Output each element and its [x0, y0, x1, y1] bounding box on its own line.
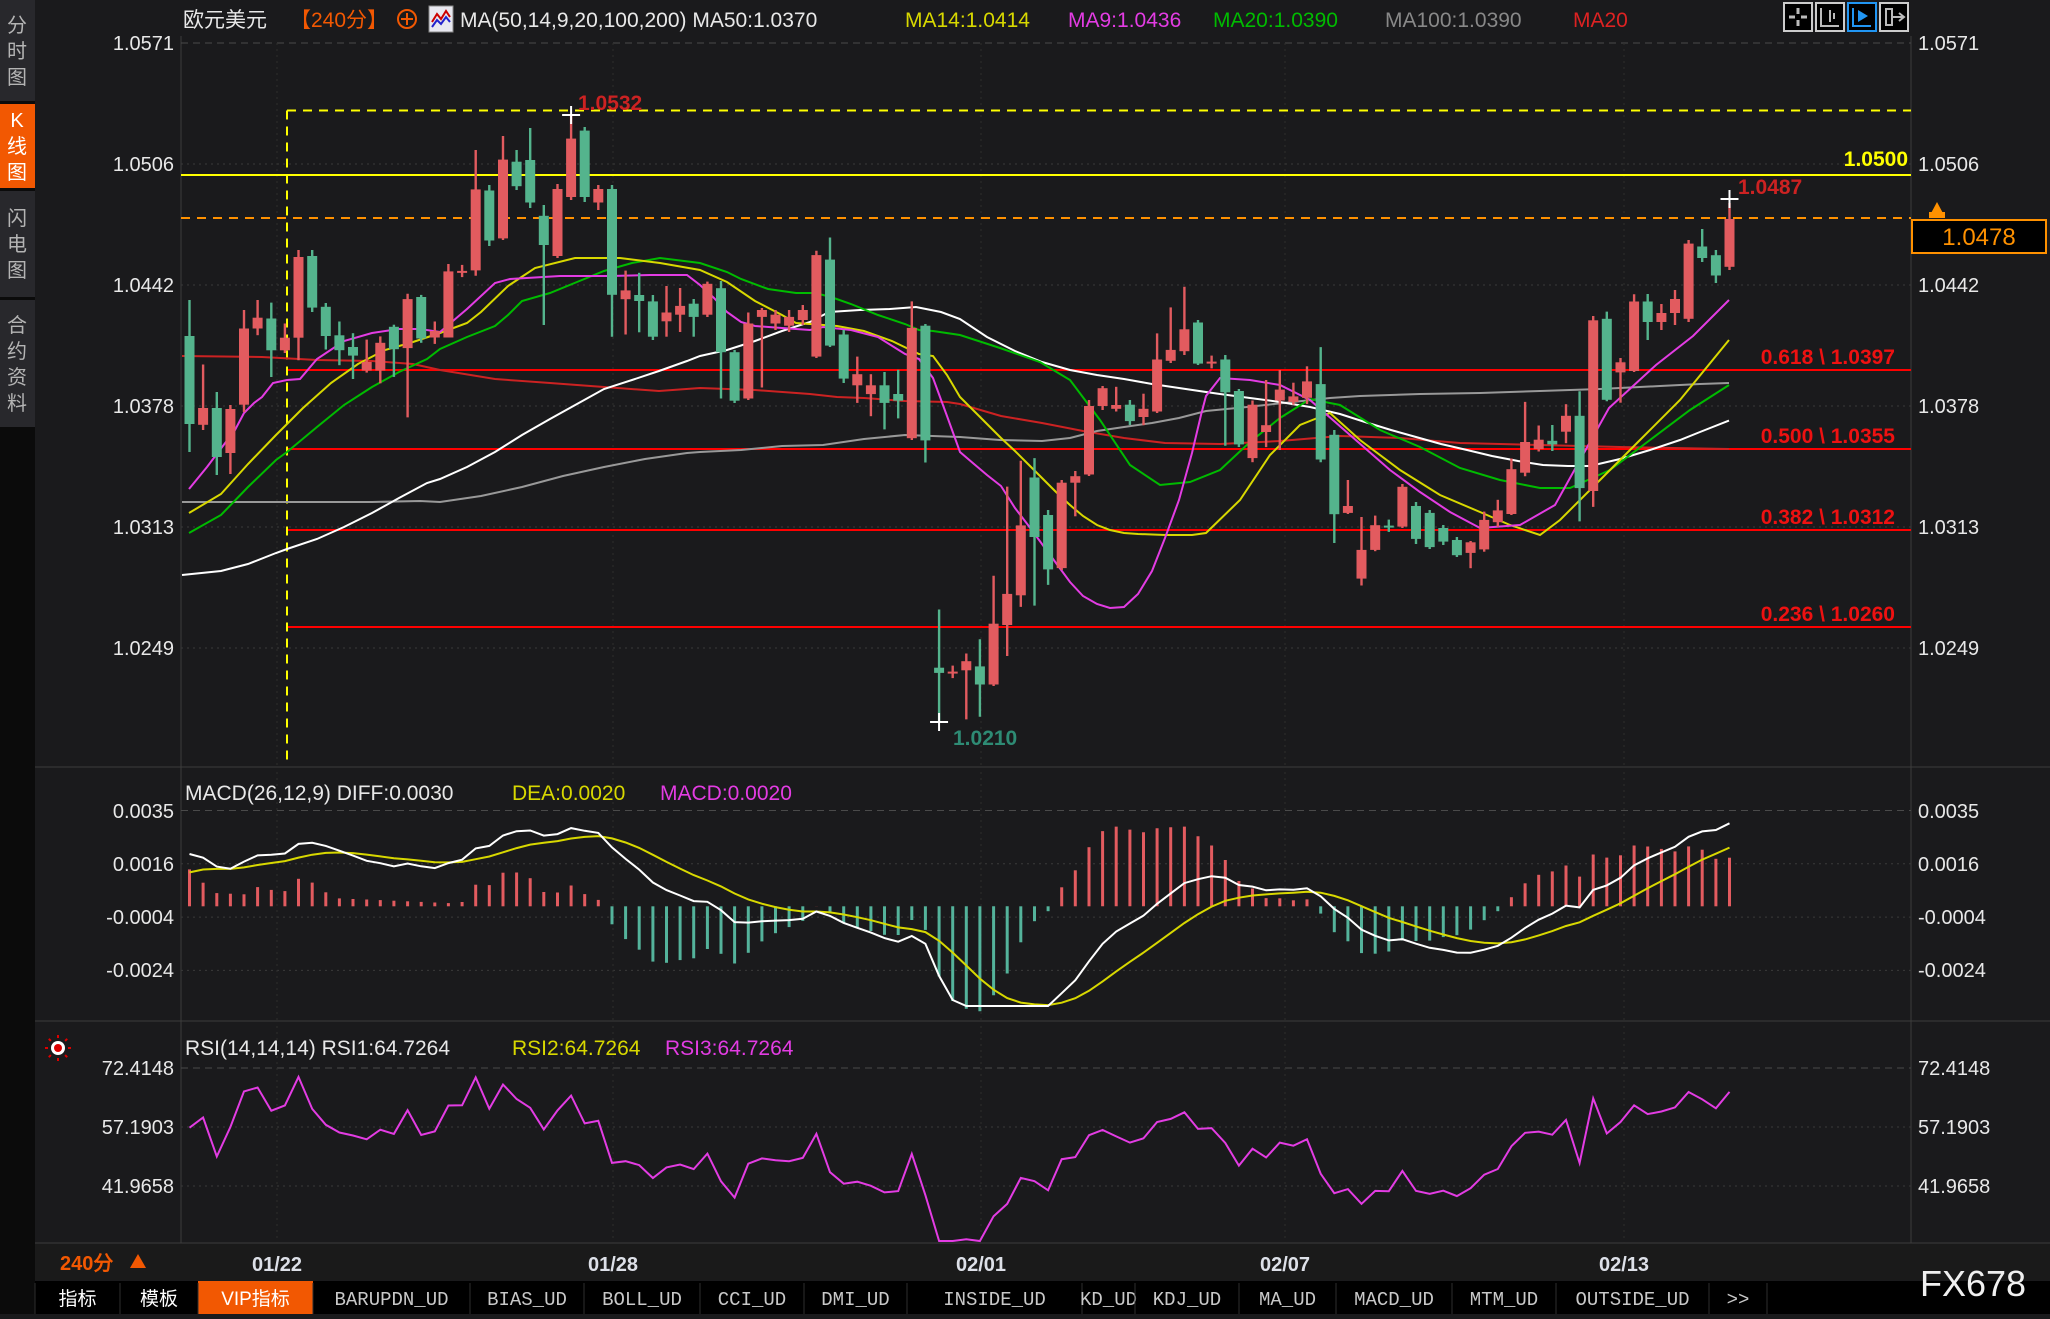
- svg-text:0.236 \ 1.0260: 0.236 \ 1.0260: [1761, 603, 1895, 626]
- svg-text:指标: 指标: [58, 1288, 96, 1310]
- svg-text:-0.0024: -0.0024: [1918, 960, 1986, 982]
- svg-text:MA20: MA20: [1573, 9, 1628, 32]
- svg-text:0.382 \ 1.0312: 0.382 \ 1.0312: [1761, 506, 1895, 529]
- svg-text:1.0500: 1.0500: [1844, 148, 1908, 171]
- svg-text:资: 资: [7, 366, 27, 389]
- svg-text:CCI_UD: CCI_UD: [718, 1289, 786, 1311]
- svg-text:0.500 \ 1.0355: 0.500 \ 1.0355: [1761, 425, 1896, 448]
- svg-text:DEA:0.0020: DEA:0.0020: [512, 782, 625, 805]
- svg-text:02/13: 02/13: [1599, 1254, 1649, 1276]
- svg-text:VIP指标: VIP指标: [221, 1288, 290, 1310]
- svg-text:图: 图: [7, 260, 27, 282]
- svg-text:02/01: 02/01: [956, 1254, 1006, 1276]
- svg-text:1.0487: 1.0487: [1738, 176, 1802, 199]
- svg-text:72.4148: 72.4148: [102, 1058, 174, 1080]
- svg-text:1.0249: 1.0249: [113, 638, 174, 660]
- svg-text:FX678: FX678: [1920, 1263, 2026, 1304]
- svg-text:DMI_UD: DMI_UD: [821, 1289, 889, 1311]
- svg-text:MA20:1.0390: MA20:1.0390: [1213, 9, 1338, 32]
- svg-text:0.0035: 0.0035: [1918, 801, 1979, 823]
- svg-text:BARUPDN_UD: BARUPDN_UD: [334, 1289, 448, 1311]
- svg-text:1.0210: 1.0210: [953, 727, 1017, 750]
- svg-text:0.618 \ 1.0397: 0.618 \ 1.0397: [1761, 346, 1895, 369]
- svg-text:电: 电: [7, 233, 27, 256]
- svg-text:MACD(26,12,9) DIFF:0.0030: MACD(26,12,9) DIFF:0.0030: [185, 782, 453, 805]
- svg-text:BIAS_UD: BIAS_UD: [487, 1289, 567, 1311]
- svg-text:57.1903: 57.1903: [1918, 1117, 1990, 1139]
- svg-text:-0.0004: -0.0004: [106, 907, 174, 929]
- svg-text:0.0035: 0.0035: [113, 801, 174, 823]
- svg-text:闪: 闪: [7, 207, 27, 230]
- svg-text:240分: 240分: [60, 1252, 113, 1275]
- svg-text:模板: 模板: [140, 1288, 178, 1310]
- svg-text:料: 料: [7, 392, 27, 415]
- svg-text:MACD:0.0020: MACD:0.0020: [660, 782, 792, 805]
- svg-text:分: 分: [7, 14, 27, 37]
- svg-text:72.4148: 72.4148: [1918, 1058, 1990, 1080]
- svg-text:RSI(14,14,14) RSI1:64.7264: RSI(14,14,14) RSI1:64.7264: [185, 1037, 450, 1060]
- svg-text:图: 图: [7, 67, 27, 89]
- svg-text:1.0378: 1.0378: [1918, 396, 1979, 418]
- svg-text:BOLL_UD: BOLL_UD: [602, 1289, 682, 1311]
- svg-text:KD_UD: KD_UD: [1080, 1289, 1137, 1311]
- svg-text:0.0016: 0.0016: [113, 854, 174, 876]
- svg-text:1.0442: 1.0442: [113, 275, 174, 297]
- svg-text:1.0478: 1.0478: [1942, 224, 2015, 251]
- svg-text:1.0313: 1.0313: [1918, 517, 1979, 539]
- svg-text:1.0313: 1.0313: [113, 517, 174, 539]
- svg-text:MA100:1.0390: MA100:1.0390: [1385, 9, 1522, 32]
- svg-text:KDJ_UD: KDJ_UD: [1153, 1289, 1221, 1311]
- svg-text:合: 合: [7, 314, 27, 337]
- svg-text:41.9658: 41.9658: [1918, 1176, 1990, 1198]
- svg-text:-0.0004: -0.0004: [1918, 907, 1986, 929]
- svg-text:约: 约: [7, 340, 27, 363]
- svg-text:>>: >>: [1727, 1289, 1750, 1311]
- svg-text:RSI2:64.7264: RSI2:64.7264: [512, 1037, 641, 1060]
- svg-text:MA_UD: MA_UD: [1259, 1289, 1316, 1311]
- svg-text:MTM_UD: MTM_UD: [1470, 1289, 1538, 1311]
- svg-text:INSIDE_UD: INSIDE_UD: [943, 1289, 1046, 1311]
- svg-text:线: 线: [7, 135, 27, 158]
- svg-text:1.0378: 1.0378: [113, 396, 174, 418]
- svg-text:1.0532: 1.0532: [578, 92, 642, 115]
- svg-text:时: 时: [7, 40, 27, 63]
- svg-text:1.0249: 1.0249: [1918, 638, 1979, 660]
- svg-text:41.9658: 41.9658: [102, 1176, 174, 1198]
- svg-text:图: 图: [7, 162, 27, 184]
- svg-text:-0.0024: -0.0024: [106, 960, 174, 982]
- svg-text:57.1903: 57.1903: [102, 1117, 174, 1139]
- svg-text:1.0506: 1.0506: [1918, 154, 1979, 176]
- svg-text:【240分】: 【240分】: [290, 9, 388, 32]
- svg-text:MA9:1.0436: MA9:1.0436: [1068, 9, 1181, 32]
- svg-text:欧元美元: 欧元美元: [183, 9, 267, 32]
- svg-text:1.0506: 1.0506: [113, 154, 174, 176]
- svg-text:01/28: 01/28: [588, 1254, 638, 1276]
- svg-text:MA(50,14,9,20,100,200) MA50:1: MA(50,14,9,20,100,200) MA50:1.0370: [460, 9, 817, 32]
- svg-text:0.0016: 0.0016: [1918, 854, 1979, 876]
- svg-text:1.0442: 1.0442: [1918, 275, 1979, 297]
- svg-text:1.0571: 1.0571: [113, 33, 174, 55]
- svg-text:02/07: 02/07: [1260, 1254, 1310, 1276]
- svg-text:MA14:1.0414: MA14:1.0414: [905, 9, 1030, 32]
- svg-text:K: K: [10, 110, 24, 132]
- svg-text:1.0571: 1.0571: [1918, 33, 1979, 55]
- svg-text:01/22: 01/22: [252, 1254, 302, 1276]
- svg-text:OUTSIDE_UD: OUTSIDE_UD: [1575, 1289, 1689, 1311]
- svg-text:MACD_UD: MACD_UD: [1354, 1289, 1434, 1311]
- svg-text:RSI3:64.7264: RSI3:64.7264: [665, 1037, 794, 1060]
